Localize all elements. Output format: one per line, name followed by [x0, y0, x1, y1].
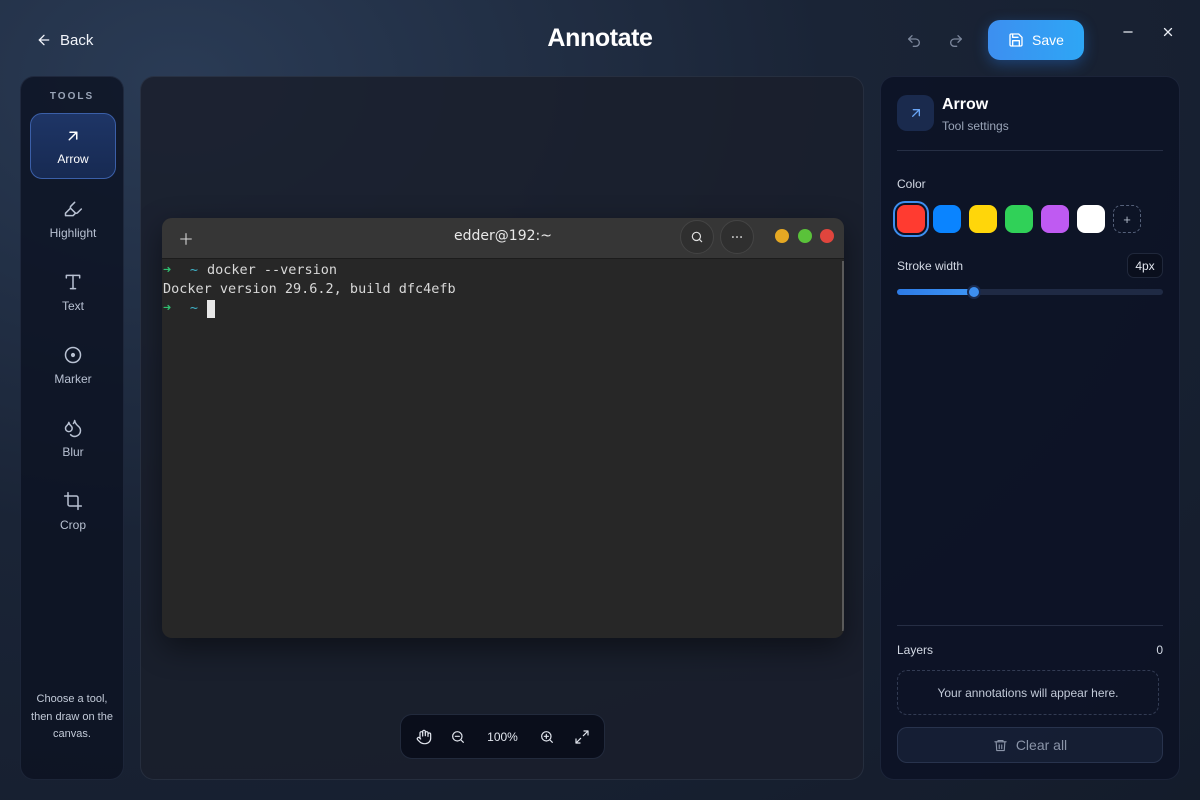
color-swatch[interactable] [1077, 205, 1105, 233]
expand-icon [574, 729, 590, 745]
zoom-in-icon [539, 729, 555, 745]
layers-empty-state: Your annotations will appear here. [897, 670, 1159, 715]
tool-arrow[interactable]: Arrow [30, 113, 116, 179]
undo-button[interactable] [900, 27, 928, 55]
undo-icon [906, 33, 922, 49]
add-color-button[interactable]: + [1113, 205, 1141, 233]
fit-to-screen-button[interactable] [570, 725, 594, 749]
back-label: Back [60, 31, 94, 49]
prompt-dir: ~ [189, 300, 199, 316]
terminal-scrollbar [842, 261, 844, 631]
tool-label: Crop [59, 517, 86, 532]
zoom-level: 100% [487, 729, 518, 744]
color-swatch[interactable] [1041, 205, 1069, 233]
output-text: Docker version 29.6.2, build dfc4efb [163, 281, 456, 297]
tool-label: Marker [54, 371, 92, 386]
clear-all-label: Clear all [1015, 737, 1068, 753]
tools-heading: TOOLS [49, 91, 95, 102]
tool-settings-panel: Arrow Tool settings Color + Stroke width… [880, 76, 1180, 780]
close-icon [1161, 25, 1175, 39]
redo-button[interactable] [942, 27, 970, 55]
terminal-line: ➜ ~ docker --version [163, 261, 844, 280]
arrow-left-icon [36, 32, 52, 48]
arrow-icon [908, 105, 924, 121]
pan-button[interactable] [412, 725, 436, 749]
blur-icon [63, 418, 83, 438]
terminal-search-icon [680, 220, 714, 254]
color-swatch[interactable] [969, 205, 997, 233]
annotation-canvas[interactable]: edder@192:~ ➜ ~ docker --version Docker … [140, 76, 864, 780]
terminal-cursor [207, 299, 215, 318]
terminal-titlebar: edder@192:~ [162, 218, 844, 259]
tool-label: Text [61, 298, 84, 313]
save-button[interactable]: Save [988, 20, 1084, 60]
zoom-toolbar: 100% [400, 714, 605, 759]
close-window-button[interactable] [1156, 20, 1180, 44]
save-icon [1008, 32, 1024, 48]
marker-icon [63, 345, 83, 365]
stroke-width-slider[interactable] [897, 285, 1163, 299]
minimize-button[interactable] [1116, 20, 1140, 44]
trash-icon [993, 738, 1008, 753]
terminal-output: ➜ ~ docker --version Docker version 29.6… [163, 261, 844, 638]
save-label: Save [1032, 32, 1064, 48]
tool-highlight[interactable]: Highlight [30, 186, 116, 252]
settings-divider [897, 150, 1163, 151]
tool-blur[interactable]: Blur [30, 405, 116, 471]
tools-hint: Choose a tool, then draw on the canvas. [31, 693, 113, 740]
redo-icon [948, 33, 964, 49]
tool-text[interactable]: Text [30, 259, 116, 325]
color-swatch[interactable] [1005, 205, 1033, 233]
terminal-line: ➜ ~ [163, 299, 844, 318]
prompt-arrow: ➜ [163, 262, 172, 278]
settings-title: Arrow [942, 96, 989, 113]
tool-marker[interactable]: Marker [30, 332, 116, 398]
layers-count: 0 [1156, 643, 1163, 657]
terminal-minimize-dot [775, 229, 789, 243]
tool-crop[interactable]: Crop [30, 478, 116, 544]
zoom-out-icon [450, 729, 466, 745]
crop-icon [63, 491, 83, 511]
new-tab-icon [174, 227, 198, 251]
color-label: Color [897, 177, 926, 191]
settings-subtitle: Tool settings [942, 119, 1009, 133]
command-text: docker --version [207, 262, 338, 278]
zoom-in-button[interactable] [535, 725, 559, 749]
layers-label: Layers [897, 643, 934, 657]
prompt-dir: ~ [189, 262, 199, 278]
terminal-close-dot [820, 229, 834, 243]
stroke-width-value: 4px [1127, 253, 1163, 278]
tool-label: Highlight [49, 225, 97, 240]
highlighter-icon [63, 199, 83, 219]
arrow-icon [64, 127, 82, 145]
stroke-width-label: Stroke width [897, 259, 964, 273]
minimize-icon [1121, 25, 1135, 39]
screenshot-image: edder@192:~ ➜ ~ docker --version Docker … [162, 218, 844, 638]
prompt-arrow: ➜ [163, 300, 172, 316]
tools-sidebar: TOOLS Arrow Highlight Text Marker Blur C… [20, 76, 124, 780]
terminal-line: Docker version 29.6.2, build dfc4efb [163, 280, 844, 299]
layers-divider [897, 625, 1163, 626]
terminal-maximize-dot [798, 229, 812, 243]
text-icon [63, 272, 83, 292]
slider-thumb[interactable] [967, 285, 982, 299]
back-button[interactable]: Back [26, 24, 103, 56]
slider-fill [897, 289, 975, 295]
tool-label: Blur [62, 444, 84, 459]
hand-icon [416, 729, 432, 745]
terminal-menu-icon [720, 220, 754, 254]
settings-tool-badge [897, 95, 934, 131]
clear-all-button[interactable]: Clear all [897, 727, 1163, 763]
zoom-out-button[interactable] [446, 725, 470, 749]
color-swatch[interactable] [897, 205, 925, 233]
tool-label: Arrow [57, 151, 89, 166]
color-swatch[interactable] [933, 205, 961, 233]
